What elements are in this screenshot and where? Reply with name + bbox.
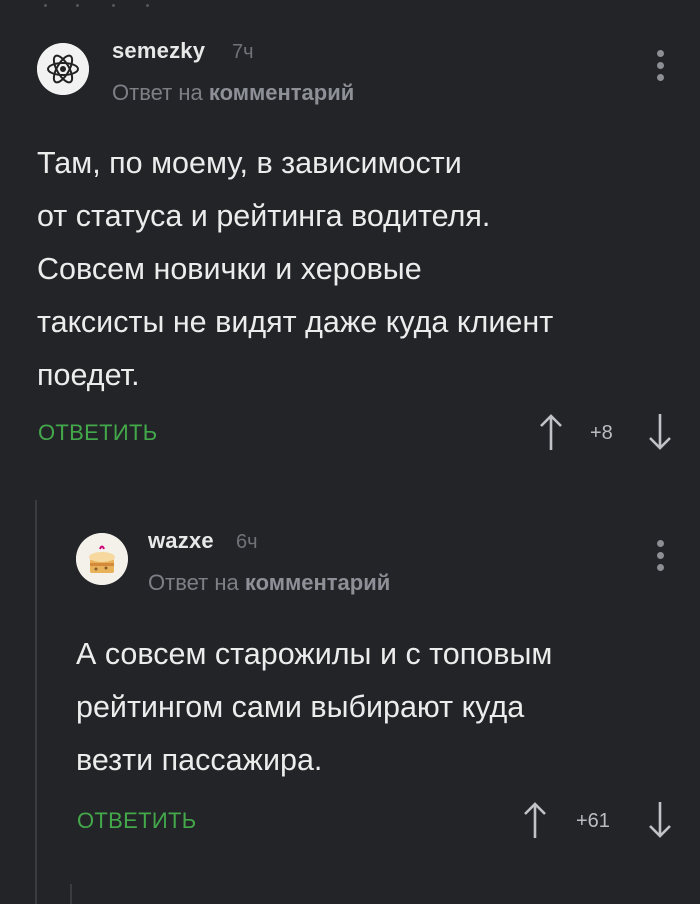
cake-icon	[76, 533, 128, 585]
reply-to-link[interactable]: комментарий	[245, 570, 390, 595]
reply-to-line: Ответ на комментарий	[148, 570, 390, 596]
more-options-icon[interactable]	[652, 50, 668, 86]
comment-time: 7ч	[232, 41, 254, 63]
reply-to-prefix: Ответ на	[148, 570, 239, 595]
atom-icon	[37, 43, 89, 95]
comment-text: А совсем старожилы и с топовым рейтингом…	[76, 637, 553, 777]
reply-button[interactable]: ОТВЕТИТЬ	[38, 420, 157, 446]
comment: semezky 7ч Ответ на комментарий Там, по …	[0, 0, 700, 480]
comment-rating: +61	[576, 810, 610, 832]
reply-to-link[interactable]: комментарий	[209, 80, 354, 105]
downvote-arrow-icon[interactable]	[647, 800, 673, 840]
vote-controls: +61	[522, 800, 678, 840]
upvote-arrow-icon[interactable]	[522, 800, 548, 840]
downvote-arrow-icon[interactable]	[647, 412, 673, 452]
user-avatar[interactable]	[37, 43, 89, 95]
upvote-arrow-icon[interactable]	[538, 412, 564, 452]
comment-rating: +8	[590, 422, 613, 444]
comment-time: 6ч	[236, 531, 258, 553]
user-avatar[interactable]	[76, 533, 128, 585]
username[interactable]: wazxe	[148, 528, 214, 554]
username[interactable]: semezky	[112, 38, 205, 64]
comment: wazxe 6ч Ответ на комментарий А совсем с…	[0, 500, 700, 904]
reply-to-line: Ответ на комментарий	[112, 80, 354, 106]
vote-controls: +8	[538, 412, 678, 452]
reply-button[interactable]: ОТВЕТИТЬ	[77, 808, 196, 834]
reply-to-prefix: Ответ на	[112, 80, 203, 105]
comment-text: Там, по моему, в зависимости от статуса …	[37, 146, 554, 392]
more-options-icon[interactable]	[652, 540, 668, 576]
